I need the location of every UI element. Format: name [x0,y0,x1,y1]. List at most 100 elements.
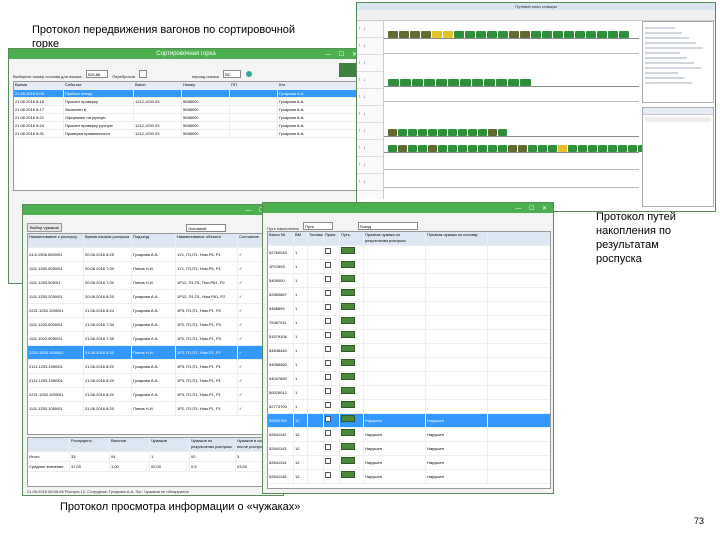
wagon[interactable] [542,31,552,38]
wagon[interactable] [432,31,442,38]
wagon[interactable] [520,31,530,38]
wagon[interactable] [520,79,531,86]
table-row[interactable]: 5468899 1 [268,302,550,316]
wagon[interactable] [458,145,467,152]
column-header[interactable]: Вагон [134,82,182,89]
column-header[interactable]: Вагон № [268,232,294,245]
column-header[interactable]: Наименование объекта [176,234,238,247]
table-row[interactable]: 2111.1253.1050/01 21.06.2016 8:20 Гусарова… [28,374,280,388]
level-row[interactable]: ↑ ↓ [357,157,383,174]
table-row[interactable]: 1111.1203.5000/01 21.06.2016 7:34 Гусарова… [28,318,280,332]
level-row[interactable]: ↑ ↓ [357,38,383,55]
table-row[interactable]: 21.06.2016 8:16 Прошел проверку 1212,1200,… [14,98,358,106]
window-controls[interactable]: — ☐ ✕ [325,50,360,60]
table-row[interactable]: 54066560 1 [268,358,550,372]
level-row[interactable]: ↑ ↓ [357,72,383,89]
column-header[interactable] [28,438,70,451]
wagon[interactable] [421,31,431,38]
table-row[interactable]: 51579106 1 [268,330,550,344]
stranger-checkbox[interactable] [325,262,331,268]
wagon[interactable] [436,79,447,86]
stranger-checkbox[interactable] [325,444,331,450]
column-header[interactable]: Прим. [324,232,340,245]
wagon[interactable] [498,145,507,152]
level-row[interactable]: ↑ ↓ [357,89,383,106]
table-row[interactable]: 2221.1253.1050/01 21.06.2016 8:24 Гусарова… [28,304,280,318]
level-row[interactable]: ↑ ↓ [357,21,383,38]
wagon[interactable] [498,129,507,136]
table-row[interactable]: 1111.1253.2030/01 20.06.2016 8:20 Гусарова… [28,290,280,304]
wagon[interactable] [478,145,487,152]
stranger-checkbox[interactable] [325,318,331,324]
level-row[interactable]: ↑ ↓ [357,106,383,123]
wagon[interactable] [448,129,457,136]
wagon[interactable] [608,31,618,38]
column-header[interactable]: Признак чужака по результатам роспуска [364,232,426,245]
table-row[interactable]: 1111.1003.9050/01 21.06.2016 7:35 Гусарова… [28,332,280,346]
table-row[interactable]: 54047680 1 [268,372,550,386]
refresh-icon[interactable] [245,70,252,77]
wagon[interactable] [568,145,577,152]
wagon[interactable] [498,31,508,38]
stranger-checkbox[interactable] [325,458,331,464]
table-row[interactable]: 1111.1263.505/01 20.06.2016 7:00 Попов Н.И… [28,276,280,290]
stranger-checkbox[interactable] [325,276,331,282]
window-controls[interactable]: — ☐ ✕ [515,204,550,214]
wagon[interactable] [438,129,447,136]
wagon[interactable] [518,145,527,152]
column-header[interactable]: Роспущено [70,438,110,451]
filter-checkbox[interactable] [139,69,148,78]
wagon[interactable] [538,145,547,152]
stranger-checkbox[interactable] [325,430,331,436]
column-header[interactable]: Признак чужака по составу [426,232,488,245]
wagon[interactable] [418,129,427,136]
stranger-checkbox[interactable] [325,346,331,352]
column-header[interactable]: Событие [64,82,134,89]
wagon[interactable] [472,79,483,86]
column-header[interactable]: Чужаков по результатам роспуска [190,438,236,451]
wagon[interactable] [508,145,517,152]
wagon[interactable] [478,129,487,136]
level-row[interactable]: ↑ ↓ [357,174,383,191]
wagon[interactable] [400,79,411,86]
period-select[interactable]: ВС [223,69,242,78]
table-row[interactable]: 55000760 12 Нарушен Нарушен [268,414,550,428]
wagon[interactable] [448,79,459,86]
table-row[interactable]: Итого 33 04 1 00 3 [28,452,280,462]
wagon[interactable] [398,129,407,136]
wagon[interactable] [418,145,427,152]
source-select[interactable]: Основной [186,223,227,232]
stranger-checkbox[interactable] [325,290,331,296]
column-header[interactable]: Чужаков [150,438,190,451]
table-row[interactable]: 5409000 1 [268,274,550,288]
track-select[interactable]: Путь [303,221,334,230]
wagon[interactable] [558,145,567,152]
stranger-checkbox[interactable] [325,248,331,254]
stranger-checkbox[interactable] [325,374,331,380]
wagon[interactable] [454,31,464,38]
wagon[interactable] [575,31,585,38]
wagon[interactable] [388,79,399,86]
wagon[interactable] [460,79,471,86]
wagon[interactable] [388,129,397,136]
table-row[interactable]: 54648440 1 [268,344,550,358]
wagon[interactable] [548,145,557,152]
wagon[interactable] [619,31,629,38]
wagon[interactable] [399,31,409,38]
table-row[interactable]: 50029012 1 [268,386,550,400]
wagon[interactable] [412,79,423,86]
table-row[interactable]: 52860667 1 [268,288,550,302]
table-row[interactable]: 24.6.1306.5050/01 20.06.2016 8:25 Гусарова… [28,248,280,262]
table-row[interactable]: 52641142 12 Нарушен Нарушен [268,428,550,442]
level-row[interactable]: ↑ ↓ [357,123,383,140]
wagon[interactable] [465,31,475,38]
stranger-checkbox[interactable] [325,388,331,394]
wagon[interactable] [468,129,477,136]
stranger-checkbox[interactable] [325,472,331,478]
stranger-checkbox[interactable] [325,332,331,338]
wagon[interactable] [487,31,497,38]
stranger-checkbox[interactable] [325,360,331,366]
level-row[interactable]: ↑ ↓ [357,140,383,157]
stranger-checkbox[interactable] [325,402,331,408]
wagon[interactable] [424,79,435,86]
